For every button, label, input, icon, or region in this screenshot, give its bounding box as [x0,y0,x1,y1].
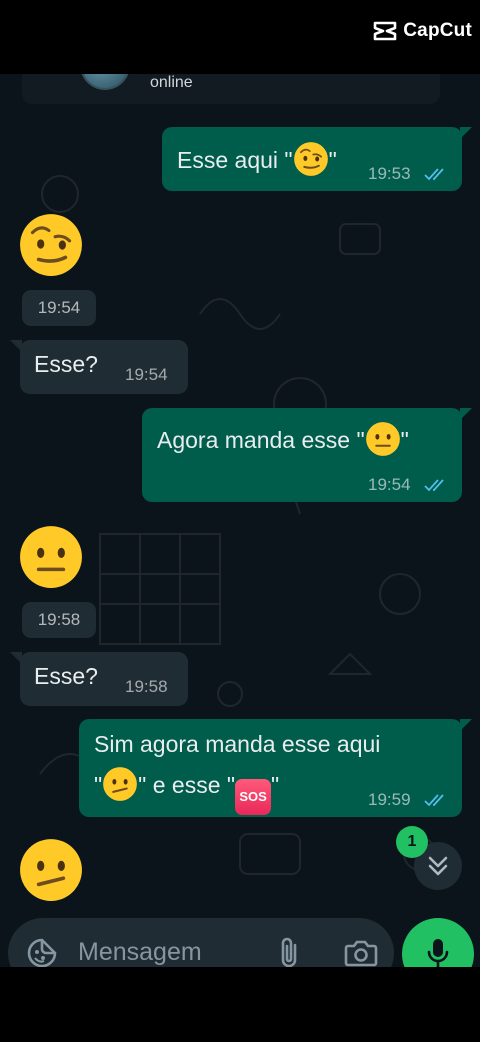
contact-status: online [150,74,193,91]
message-time: 19:54 [368,475,411,494]
message-time: 19:54 [125,365,168,384]
message-outgoing[interactable]: Sim agora manda esse aqui " " e esse " SO… [79,719,472,817]
double-check-icon [424,794,444,807]
chevron-double-down-icon [428,856,448,876]
message-time: 19:58 [125,677,168,696]
unread-count-badge: 1 [396,826,428,858]
bottom-bar [0,967,480,1042]
message-input-placeholder: Mensagem [78,938,202,966]
message-text-line2: " " e esse " SOS " [94,766,279,815]
message-time: 19:59 [368,790,411,809]
message-text: Esse aqui " " [177,141,337,177]
sos-emoji: SOS [235,779,272,815]
message-incoming[interactable]: Esse? 19:54 [10,340,188,394]
confused-face-icon [103,767,138,801]
message-text-line1: Sim agora manda esse aqui [94,731,381,757]
message-time: 19:53 [368,164,411,183]
capcut-label: CapCut [403,20,472,41]
message-text: Agora manda esse " " [157,421,409,457]
sticker-emoji-icon[interactable] [26,937,58,969]
message-incoming[interactable]: Esse? 19:58 [10,652,188,706]
confused-face-icon[interactable] [18,837,84,903]
message-outgoing[interactable]: Esse aqui " " 19:53 [162,127,472,191]
double-check-icon [424,479,444,492]
message-outgoing[interactable]: Agora manda esse " " 19:54 [142,408,472,502]
capcut-watermark: CapCut [373,20,472,42]
raised-eyebrow-face-icon [293,142,328,176]
neutral-face-icon[interactable] [18,524,84,590]
microphone-icon [427,939,449,970]
message-text: Esse? [34,351,98,377]
camera-icon[interactable] [344,938,378,968]
emoji-time-pill: 19:54 [22,290,96,326]
attach-paperclip-icon[interactable] [276,936,302,970]
top-bar: CapCut [0,0,480,74]
message-text: Esse? [34,663,98,689]
raised-eyebrow-face-icon[interactable] [18,212,84,278]
double-check-icon [424,168,444,181]
capcut-logo-icon [373,21,397,41]
contact-avatar[interactable] [80,74,130,90]
neutral-face-icon [365,422,400,456]
chat-header[interactable]: online [22,74,440,104]
emoji-time-pill: 19:58 [22,602,96,638]
